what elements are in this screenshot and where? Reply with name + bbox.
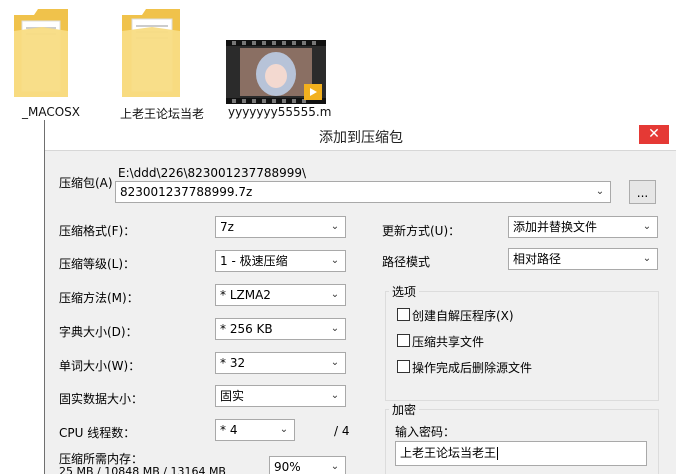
path-mode-select[interactable]: 相对路径 ⌄ [508,248,658,270]
close-icon: ✕ [648,126,660,142]
chevron-down-icon: ⌄ [330,221,340,232]
update-label: 更新方式(U)： [382,224,461,238]
format-label: 压缩格式(F)： [59,224,136,238]
word-select[interactable]: * 32 ⌄ [215,352,346,374]
chevron-down-icon: ⌄ [642,253,652,264]
format-select[interactable]: 7z ⌄ [215,216,346,238]
update-value: 添加并替换文件 [513,220,598,234]
desktop-label-macosx: _MACOSX [22,105,81,119]
method-label: 压缩方法(M)： [59,291,139,305]
checkbox-icon[interactable] [397,360,410,373]
path-mode-label: 路径模式 [382,255,431,269]
method-value: * LZMA2 [220,288,271,302]
word-value: * 32 [220,356,246,370]
password-label: 输入密码： [395,425,456,439]
solid-label: 固实数据大小： [59,392,144,406]
chevron-down-icon: ⌄ [642,221,652,232]
option-sfx-label[interactable]: 创建自解压程序(X) [412,307,514,324]
password-value: 上老王论坛当老王 [400,446,497,460]
text-caret [497,447,499,460]
folder-icon [14,9,68,97]
dialog-title: 添加到压缩包 [319,130,403,146]
archive-name-combo[interactable]: 823001237788999.7z ⌄ [115,181,611,203]
archive-path: E:\ddd\226\823001237788999\ [118,166,307,180]
format-value: 7z [220,220,234,234]
archive-label: 压缩包(A) [59,176,113,190]
browse-button[interactable]: ... [629,180,656,204]
update-select[interactable]: 添加并替换文件 ⌄ [508,216,658,238]
chevron-down-icon: ⌄ [330,255,340,266]
options-title: 选项 [389,283,420,300]
memory-select[interactable]: 90% ⌄ [269,456,346,474]
memory-sub: 25 MB / 10848 MB / 13164 MB [59,465,226,474]
level-value: 1 - 极速压缩 [220,254,288,268]
threads-select[interactable]: * 4 ⌄ [215,419,295,441]
dialog-body: 压缩包(A) E:\ddd\226\823001237788999\ 82300… [45,151,676,474]
path-mode-value: 相对路径 [513,252,562,266]
chevron-down-icon: ⌄ [330,390,340,401]
close-button[interactable]: ✕ [639,125,669,144]
word-label: 单词大小(W)： [59,359,141,373]
dialog-titlebar: 添加到压缩包 ✕ [45,120,676,150]
archive-name-value: 823001237788999.7z [120,185,253,199]
dict-value: * 256 KB [220,322,273,336]
solid-value: 固实 [220,389,245,403]
option-shared-label[interactable]: 压缩共享文件 [412,333,484,350]
checkbox-icon[interactable] [397,334,410,347]
threads-value: * 4 [220,423,238,437]
folder-icon [122,9,180,97]
solid-select[interactable]: 固实 ⌄ [215,385,346,407]
chevron-down-icon: ⌄ [330,323,340,334]
level-select[interactable]: 1 - 极速压缩 ⌄ [215,250,346,272]
memory-value: 90% [274,460,301,474]
dict-select[interactable]: * 256 KB ⌄ [215,318,346,340]
chevron-down-icon: ⌄ [330,289,340,300]
level-label: 压缩等级(L)： [59,257,136,271]
threads-total: / 4 [334,424,350,438]
video-file-icon [226,40,326,104]
chevron-down-icon: ⌄ [330,357,340,368]
dict-label: 字典大小(D)： [59,325,138,339]
checkbox-icon[interactable] [397,308,410,321]
chevron-down-icon: ⌄ [595,186,605,197]
chevron-down-icon: ⌄ [330,461,340,472]
password-input[interactable]: 上老王论坛当老王 [395,441,647,466]
threads-label: CPU 线程数： [59,426,136,440]
encryption-title: 加密 [389,401,420,418]
method-select[interactable]: * LZMA2 ⌄ [215,284,346,306]
option-delete-label[interactable]: 操作完成后删除源文件 [412,359,532,376]
chevron-down-icon: ⌄ [279,424,289,435]
add-to-archive-dialog: 添加到压缩包 ✕ 压缩包(A) E:\ddd\226\8230012377889… [44,120,676,474]
desktop-label-video: yyyyyyy55555.m [228,105,332,119]
